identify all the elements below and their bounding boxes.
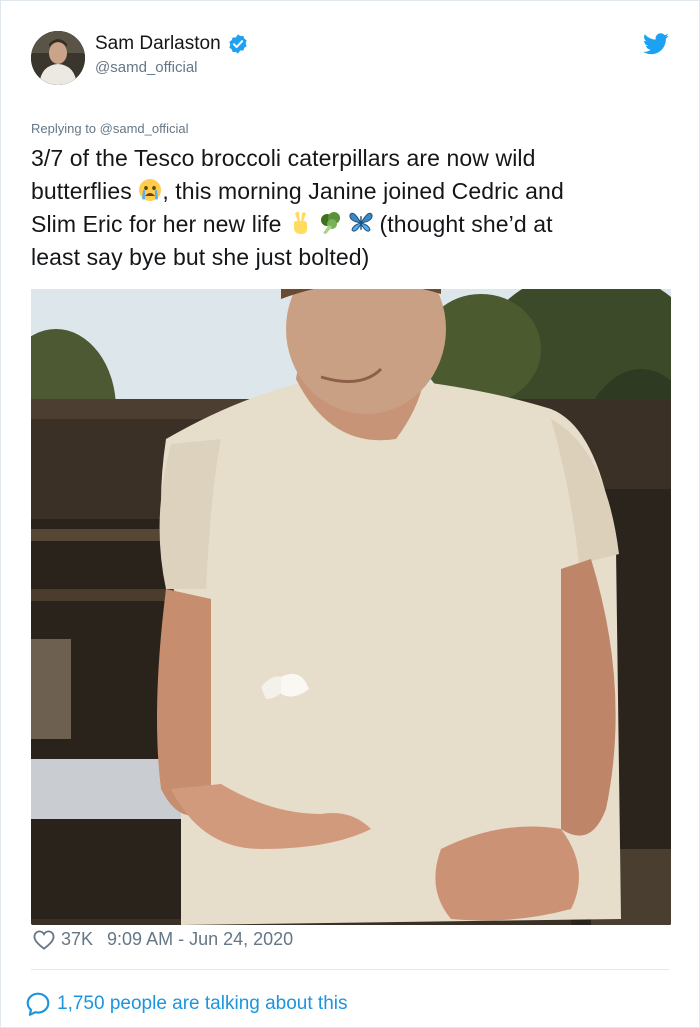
heart-icon[interactable] [33, 929, 55, 950]
victory-hand-icon [294, 211, 308, 234]
avatar[interactable] [31, 31, 85, 85]
tweet-card: Sam Darlaston @samd_official Replying to… [0, 0, 700, 1028]
tweet-header: Sam Darlaston @samd_official [31, 29, 669, 89]
user-info: Sam Darlaston @samd_official [95, 33, 249, 76]
talking-count-text[interactable]: 1,750 people are talking about this [57, 993, 348, 1015]
display-name[interactable]: Sam Darlaston [95, 33, 249, 55]
reply-prefix: Replying to [31, 121, 97, 136]
tweet-media-photo[interactable] [31, 289, 671, 925]
tweet-text: 3/7 of the Tesco broccoli caterpillars a… [31, 142, 671, 274]
conversation-link[interactable]: 1,750 people are talking about this [25, 991, 348, 1017]
broccoli-icon [320, 212, 340, 234]
tweet-text-line: , this morning Janine joined Cedric and [162, 178, 564, 204]
crying-face-icon [139, 179, 162, 201]
tweet-text-line: least say bye but she just bolted) [31, 244, 370, 270]
tweet-text-line: Slim Eric for her new life [31, 211, 282, 237]
twitter-bird-icon[interactable] [643, 33, 669, 55]
tweet-text-line: butterflies [31, 178, 132, 204]
user-handle[interactable]: @samd_official [95, 59, 249, 76]
like-count[interactable]: 37K [61, 929, 93, 950]
replying-to: Replying to @samd_official [31, 121, 189, 136]
speech-bubble-icon [26, 992, 50, 1016]
divider [31, 969, 669, 970]
tweet-text-line: (thought she’d at [373, 211, 553, 237]
display-name-text[interactable]: Sam Darlaston [95, 33, 221, 55]
tweet-timestamp[interactable]: 9:09 AM - Jun 24, 2020 [107, 929, 293, 950]
reply-mention-link[interactable]: @samd_official [100, 121, 189, 136]
tweet-text-line: 3/7 of the Tesco broccoli caterpillars a… [31, 145, 536, 171]
butterfly-icon [349, 212, 373, 232]
verified-badge-icon [229, 34, 247, 54]
tweet-meta: 37K 9:09 AM - Jun 24, 2020 [33, 929, 293, 950]
